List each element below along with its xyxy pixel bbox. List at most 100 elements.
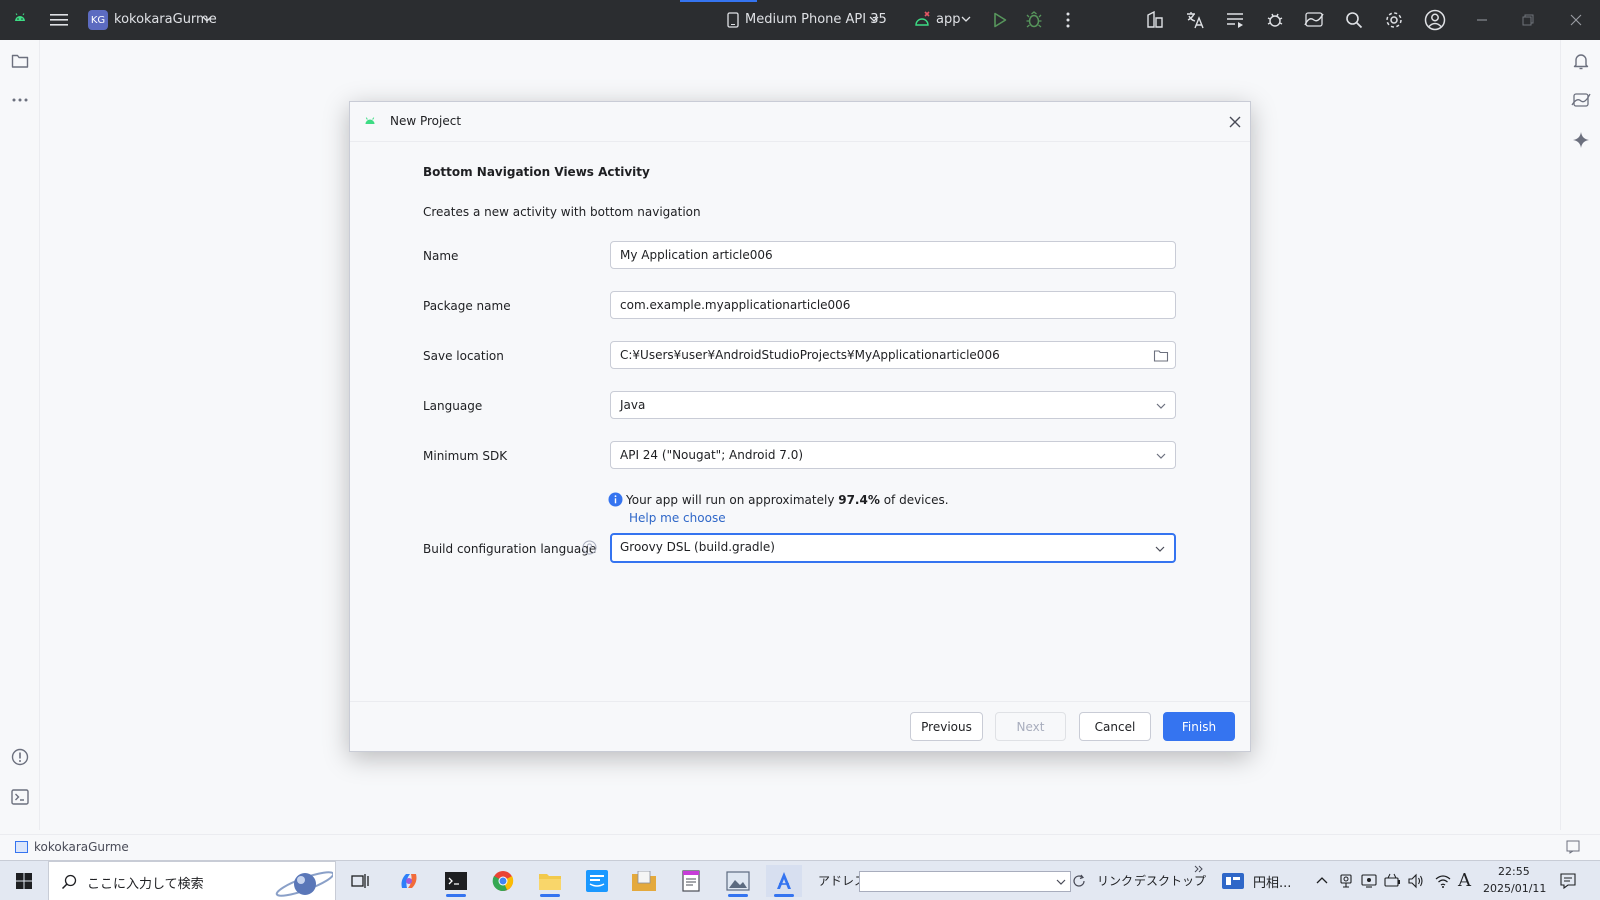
name-field[interactable]: My Application article006 bbox=[610, 241, 1176, 269]
address-input[interactable] bbox=[859, 871, 1071, 892]
android-studio-icon[interactable] bbox=[766, 865, 802, 897]
terminal-icon[interactable] bbox=[8, 785, 32, 809]
clock-time[interactable]: 22:55 bbox=[1498, 865, 1530, 878]
notepad-icon[interactable] bbox=[673, 865, 709, 897]
app-inspection-icon[interactable] bbox=[1263, 8, 1287, 32]
chrome-icon[interactable] bbox=[485, 865, 521, 897]
device-selector[interactable]: Medium Phone API 35 bbox=[745, 12, 887, 27]
action-center-icon[interactable] bbox=[1560, 873, 1576, 889]
currency-app-label[interactable]: 円相... bbox=[1253, 872, 1291, 891]
more-actions-icon[interactable] bbox=[1056, 8, 1080, 32]
name-label: Name bbox=[423, 249, 459, 263]
notifications-bell-icon[interactable] bbox=[1569, 49, 1593, 73]
desktop-toolbar-label[interactable]: デスクトップ bbox=[1134, 872, 1206, 889]
taskbar-search-box[interactable]: ここに入力して検索 bbox=[48, 861, 336, 900]
window-close-icon[interactable] bbox=[1564, 8, 1588, 32]
layout-inspector-icon[interactable] bbox=[1223, 8, 1247, 32]
save-location-field[interactable]: C:¥Users¥user¥AndroidStudioProjects¥MyAp… bbox=[610, 341, 1176, 369]
device-coverage-text: Your app will run on approximately 97.4%… bbox=[626, 493, 949, 507]
tray-volume-icon[interactable] bbox=[1408, 873, 1424, 889]
project-module-icon bbox=[15, 841, 28, 853]
chevron-down-icon[interactable] bbox=[1153, 398, 1169, 414]
tray-wifi-icon[interactable] bbox=[1435, 873, 1451, 889]
language-value: Java bbox=[620, 398, 646, 412]
template-title: Bottom Navigation Views Activity bbox=[423, 165, 650, 179]
translate-icon[interactable] bbox=[1183, 8, 1207, 32]
dialog-footer: Previous Next Cancel Finish bbox=[350, 701, 1250, 751]
run-config-icon[interactable] bbox=[914, 10, 932, 28]
chevron-down-icon[interactable] bbox=[1152, 541, 1168, 557]
shared-folder-icon[interactable] bbox=[626, 865, 662, 897]
search-icon[interactable] bbox=[1342, 8, 1366, 32]
left-tool-strip bbox=[0, 40, 40, 830]
device-manager-icon[interactable] bbox=[1302, 8, 1326, 32]
terminal-app-icon[interactable] bbox=[438, 865, 474, 897]
finish-button[interactable]: Finish bbox=[1163, 712, 1235, 741]
show-hidden-icons-chevron-icon[interactable] bbox=[1315, 873, 1329, 887]
account-avatar-icon[interactable] bbox=[1423, 8, 1447, 32]
device-icon[interactable] bbox=[727, 12, 739, 28]
run-config-chevron-down-icon[interactable] bbox=[961, 14, 971, 24]
address-chevron-down-icon[interactable] bbox=[1056, 877, 1066, 887]
chevron-down-icon[interactable] bbox=[1153, 448, 1169, 464]
browse-folder-icon[interactable] bbox=[1153, 348, 1169, 364]
window-minimize-icon[interactable] bbox=[1470, 8, 1494, 32]
sdk-manager-icon[interactable] bbox=[1143, 8, 1167, 32]
template-description: Creates a new activity with bottom navig… bbox=[423, 205, 701, 219]
android-logo-icon bbox=[12, 10, 28, 26]
help-question-icon[interactable] bbox=[582, 540, 597, 555]
copilot-icon[interactable] bbox=[391, 865, 427, 897]
image-viewer-icon[interactable] bbox=[720, 865, 756, 897]
cancel-button[interactable]: Cancel bbox=[1079, 712, 1151, 741]
coverage-prefix: Your app will run on approximately bbox=[626, 493, 839, 507]
gemini-sparkle-icon[interactable] bbox=[1569, 128, 1593, 152]
active-app-indicator bbox=[774, 894, 794, 897]
problems-icon[interactable] bbox=[8, 745, 32, 769]
language-label: Language bbox=[423, 399, 483, 413]
help-me-choose-link[interactable]: Help me choose bbox=[629, 511, 726, 525]
ime-indicator[interactable]: A bbox=[1458, 870, 1471, 891]
search-icon bbox=[61, 874, 77, 890]
minimum-sdk-select[interactable]: API 24 ("Nougat"; Android 7.0) bbox=[610, 441, 1176, 469]
windows-start-icon[interactable] bbox=[6, 865, 42, 897]
debug-icon[interactable] bbox=[1022, 8, 1046, 32]
project-folder-icon[interactable] bbox=[8, 49, 32, 73]
project-badge[interactable]: KG bbox=[88, 10, 108, 30]
active-app-indicator bbox=[446, 894, 466, 897]
project-chevron-down-icon[interactable] bbox=[202, 14, 212, 24]
main-menu-icon[interactable] bbox=[47, 8, 71, 32]
links-toolbar-label[interactable]: リンク bbox=[1097, 872, 1133, 889]
toolbar-overflow-icon[interactable] bbox=[1194, 865, 1204, 873]
active-app-indicator bbox=[540, 894, 560, 897]
coverage-suffix: of devices. bbox=[879, 493, 949, 507]
refresh-icon[interactable] bbox=[1072, 874, 1086, 888]
settings-gear-icon[interactable] bbox=[1382, 8, 1406, 32]
running-devices-icon[interactable] bbox=[1569, 88, 1593, 112]
coverage-percent: 97.4% bbox=[838, 493, 880, 507]
run-icon[interactable] bbox=[988, 8, 1012, 32]
language-select[interactable]: Java bbox=[610, 391, 1176, 419]
window-restore-icon[interactable] bbox=[1516, 8, 1540, 32]
tray-webcam-icon[interactable] bbox=[1339, 873, 1353, 889]
more-tool-windows-icon[interactable] bbox=[8, 88, 32, 112]
next-button[interactable]: Next bbox=[995, 712, 1066, 741]
run-config-selector[interactable]: app bbox=[936, 12, 960, 27]
breadcrumb-project[interactable]: kokokaraGurme bbox=[34, 840, 129, 854]
title-bar: KG kokokaraGurme Medium Phone API 35 app bbox=[0, 0, 1600, 40]
clock-date[interactable]: 2025/01/11 bbox=[1483, 882, 1546, 895]
previous-button[interactable]: Previous bbox=[910, 712, 983, 741]
prime-video-icon[interactable] bbox=[579, 865, 615, 897]
active-app-indicator bbox=[728, 894, 748, 897]
tray-display-icon[interactable] bbox=[1361, 873, 1377, 889]
info-icon bbox=[608, 492, 623, 507]
tray-battery-icon[interactable] bbox=[1384, 873, 1402, 889]
dialog-close-icon[interactable] bbox=[1228, 115, 1242, 129]
status-panel-icon[interactable] bbox=[1566, 840, 1580, 854]
task-view-icon[interactable] bbox=[342, 865, 378, 897]
file-explorer-icon[interactable] bbox=[532, 865, 568, 897]
device-chevron-down-icon[interactable] bbox=[869, 14, 879, 24]
package-name-field[interactable]: com.example.myapplicationarticle006 bbox=[610, 291, 1176, 319]
build-config-select[interactable]: Groovy DSL (build.gradle) bbox=[610, 533, 1176, 563]
currency-app-icon[interactable] bbox=[1222, 871, 1244, 891]
build-config-value: Groovy DSL (build.gradle) bbox=[620, 540, 775, 554]
